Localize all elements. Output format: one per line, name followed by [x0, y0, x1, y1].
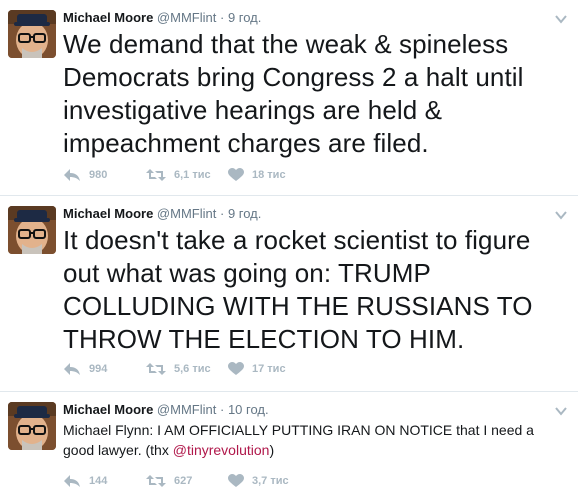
timestamp[interactable]: 9 год.	[228, 10, 261, 25]
retweet-count: 5,6 тис	[174, 363, 211, 375]
avatar[interactable]	[8, 402, 56, 450]
avatar[interactable]	[8, 206, 56, 254]
mention-link[interactable]: @tinyrevolution	[173, 442, 270, 458]
author-name[interactable]: Michael Moore	[63, 402, 153, 417]
tweet[interactable]: Michael Moore @MMFlint · 9 год. It doesn…	[0, 196, 578, 392]
retweet-icon	[146, 363, 166, 375]
timestamp[interactable]: 10 год.	[228, 402, 269, 417]
reply-count: 994	[89, 363, 108, 375]
heart-icon	[228, 362, 244, 375]
tweet-text: We demand that the weak & spineless Demo…	[63, 29, 524, 158]
heart-icon	[228, 168, 244, 181]
like-button[interactable]: 18 тис	[228, 168, 318, 182]
avatar-image	[8, 10, 56, 58]
like-count: 3,7 тис	[252, 475, 289, 487]
tweet-text: Michael Flynn: I AM OFFICIALLY PUTTING I…	[63, 420, 564, 460]
separator: ·	[219, 402, 225, 417]
avatar[interactable]	[8, 10, 56, 58]
heart-icon	[228, 474, 244, 487]
chevron-down-icon[interactable]	[554, 208, 568, 222]
author-handle[interactable]: @MMFlint	[157, 402, 216, 417]
like-button[interactable]: 17 тис	[228, 362, 318, 376]
reply-button[interactable]: 994	[63, 362, 146, 376]
tweet-header: Michael Moore @MMFlint · 9 год.	[63, 10, 261, 26]
reply-icon	[64, 475, 80, 487]
retweet-button[interactable]: 627	[146, 474, 228, 488]
separator: ·	[219, 10, 225, 25]
tweet-actions: 980 6,1 тис 18 тис	[63, 166, 318, 184]
tweet-header: Michael Moore @MMFlint · 9 год.	[63, 206, 261, 222]
reply-count: 144	[89, 475, 108, 487]
tweet-actions: 144 627 3,7 тис	[63, 472, 318, 490]
reply-icon	[64, 169, 80, 181]
reply-icon	[64, 363, 80, 375]
retweet-icon	[146, 169, 166, 181]
avatar-image	[8, 402, 56, 450]
retweet-button[interactable]: 6,1 тис	[146, 168, 228, 182]
chevron-down-icon[interactable]	[554, 404, 568, 418]
like-count: 17 тис	[252, 363, 286, 375]
tweet-text: It doesn't take a rocket scientist to fi…	[63, 225, 533, 354]
retweet-icon	[146, 475, 166, 487]
tweet-text-end: )	[269, 442, 275, 458]
author-name[interactable]: Michael Moore	[63, 10, 153, 25]
retweet-count: 627	[174, 475, 193, 487]
retweet-count: 6,1 тис	[174, 169, 211, 181]
tweet-actions: 994 5,6 тис 17 тис	[63, 360, 318, 378]
like-button[interactable]: 3,7 тис	[228, 474, 318, 488]
reply-button[interactable]: 144	[63, 474, 146, 488]
author-handle[interactable]: @MMFlint	[157, 10, 216, 25]
separator: ·	[219, 206, 225, 221]
timestamp[interactable]: 9 год.	[228, 206, 261, 221]
avatar-image	[8, 206, 56, 254]
chevron-down-icon[interactable]	[554, 12, 568, 26]
like-count: 18 тис	[252, 169, 286, 181]
author-name[interactable]: Michael Moore	[63, 206, 153, 221]
tweet[interactable]: Michael Moore @MMFlint · 10 год. Michael…	[0, 392, 578, 500]
reply-count: 980	[89, 169, 108, 181]
tweet-text-body: Michael Flynn: I AM OFFICIALLY PUTTING I…	[63, 422, 534, 458]
tweet[interactable]: Michael Moore @MMFlint · 9 год. We deman…	[0, 0, 578, 196]
author-handle[interactable]: @MMFlint	[157, 206, 216, 221]
tweet-header: Michael Moore @MMFlint · 10 год.	[63, 402, 269, 418]
reply-button[interactable]: 980	[63, 168, 146, 182]
retweet-button[interactable]: 5,6 тис	[146, 362, 228, 376]
